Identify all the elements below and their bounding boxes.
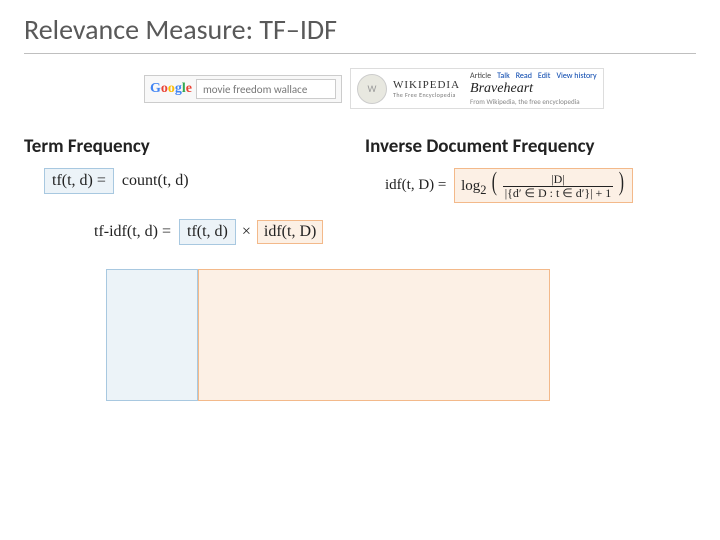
wikipedia-globe-icon: W [357, 74, 387, 104]
idf-denominator: |{d′ ∈ D : t ∈ d′}| + 1 [503, 186, 614, 200]
tf-formula: tf(t, d) = count(t, d) [44, 168, 355, 194]
wikipedia-tab-read: Read [516, 71, 532, 81]
idf-rparen: ) [619, 171, 624, 193]
idf-column: Inverse Document Frequency idf(t, D) = l… [365, 135, 696, 203]
tfidf-formula: tf-idf(t, d) = tf(t, d) × idf(t, D) [94, 219, 696, 245]
formula-columns: Term Frequency tf(t, d) = count(t, d) In… [24, 135, 696, 203]
google-logo: Google [150, 81, 192, 97]
google-query-input: movie freedom wallace [196, 79, 336, 99]
tf-column: Term Frequency tf(t, d) = count(t, d) [24, 135, 355, 203]
idf-log: log [461, 178, 480, 194]
wikipedia-from-label: From Wikipedia, the free encyclopedia [470, 97, 597, 106]
tfidf-idf-box: idf(t, D) [257, 220, 323, 244]
wikipedia-tab-history: View history [556, 71, 596, 81]
idf-lparen: ( [492, 171, 497, 193]
tf-lhs: tf(t, d) = [52, 172, 106, 189]
wikipedia-wordmark: WIKIPEDIA [393, 79, 460, 91]
wikipedia-box: W WIKIPEDIA The Free Encyclopedia Articl… [350, 68, 604, 109]
idf-fraction: |D| |{d′ ∈ D : t ∈ d′}| + 1 [503, 173, 614, 200]
idf-formula: idf(t, D) = log2 ( |D| |{d′ ∈ D : t ∈ d′… [385, 168, 696, 203]
idf-lhs: idf(t, D) = [385, 177, 446, 194]
google-search-box: Google movie freedom wallace [144, 75, 342, 103]
tf-heading: Term Frequency [24, 135, 355, 158]
idf-illustration-box [198, 269, 550, 401]
wikipedia-tab-article: Article [470, 71, 491, 81]
illustration-boxes [106, 269, 696, 401]
tfidf-tf-box: tf(t, d) [179, 219, 236, 245]
idf-heading: Inverse Document Frequency [365, 135, 696, 158]
wikipedia-tabs: Article Talk Read Edit View history [470, 71, 597, 81]
idf-log-base: 2 [480, 183, 486, 197]
tf-lhs-box: tf(t, d) = [44, 168, 114, 194]
idf-rhs-box: log2 ( |D| |{d′ ∈ D : t ∈ d′}| + 1 ) [454, 168, 633, 203]
idf-numerator: |D| [549, 173, 566, 186]
tfidf-times: × [238, 223, 255, 241]
logo-row: Google movie freedom wallace W WIKIPEDIA… [144, 68, 696, 109]
tfidf-lhs: tf-idf(t, d) = [94, 223, 171, 241]
tf-rhs: count(t, d) [122, 172, 189, 190]
slide-title: Relevance Measure: TF–IDF [24, 12, 696, 54]
wikipedia-tagline: The Free Encyclopedia [393, 91, 460, 99]
wikipedia-article-title: Braveheart [470, 81, 597, 97]
tf-illustration-box [106, 269, 198, 401]
wikipedia-tab-edit: Edit [538, 71, 551, 81]
wikipedia-tab-talk: Talk [497, 71, 510, 81]
